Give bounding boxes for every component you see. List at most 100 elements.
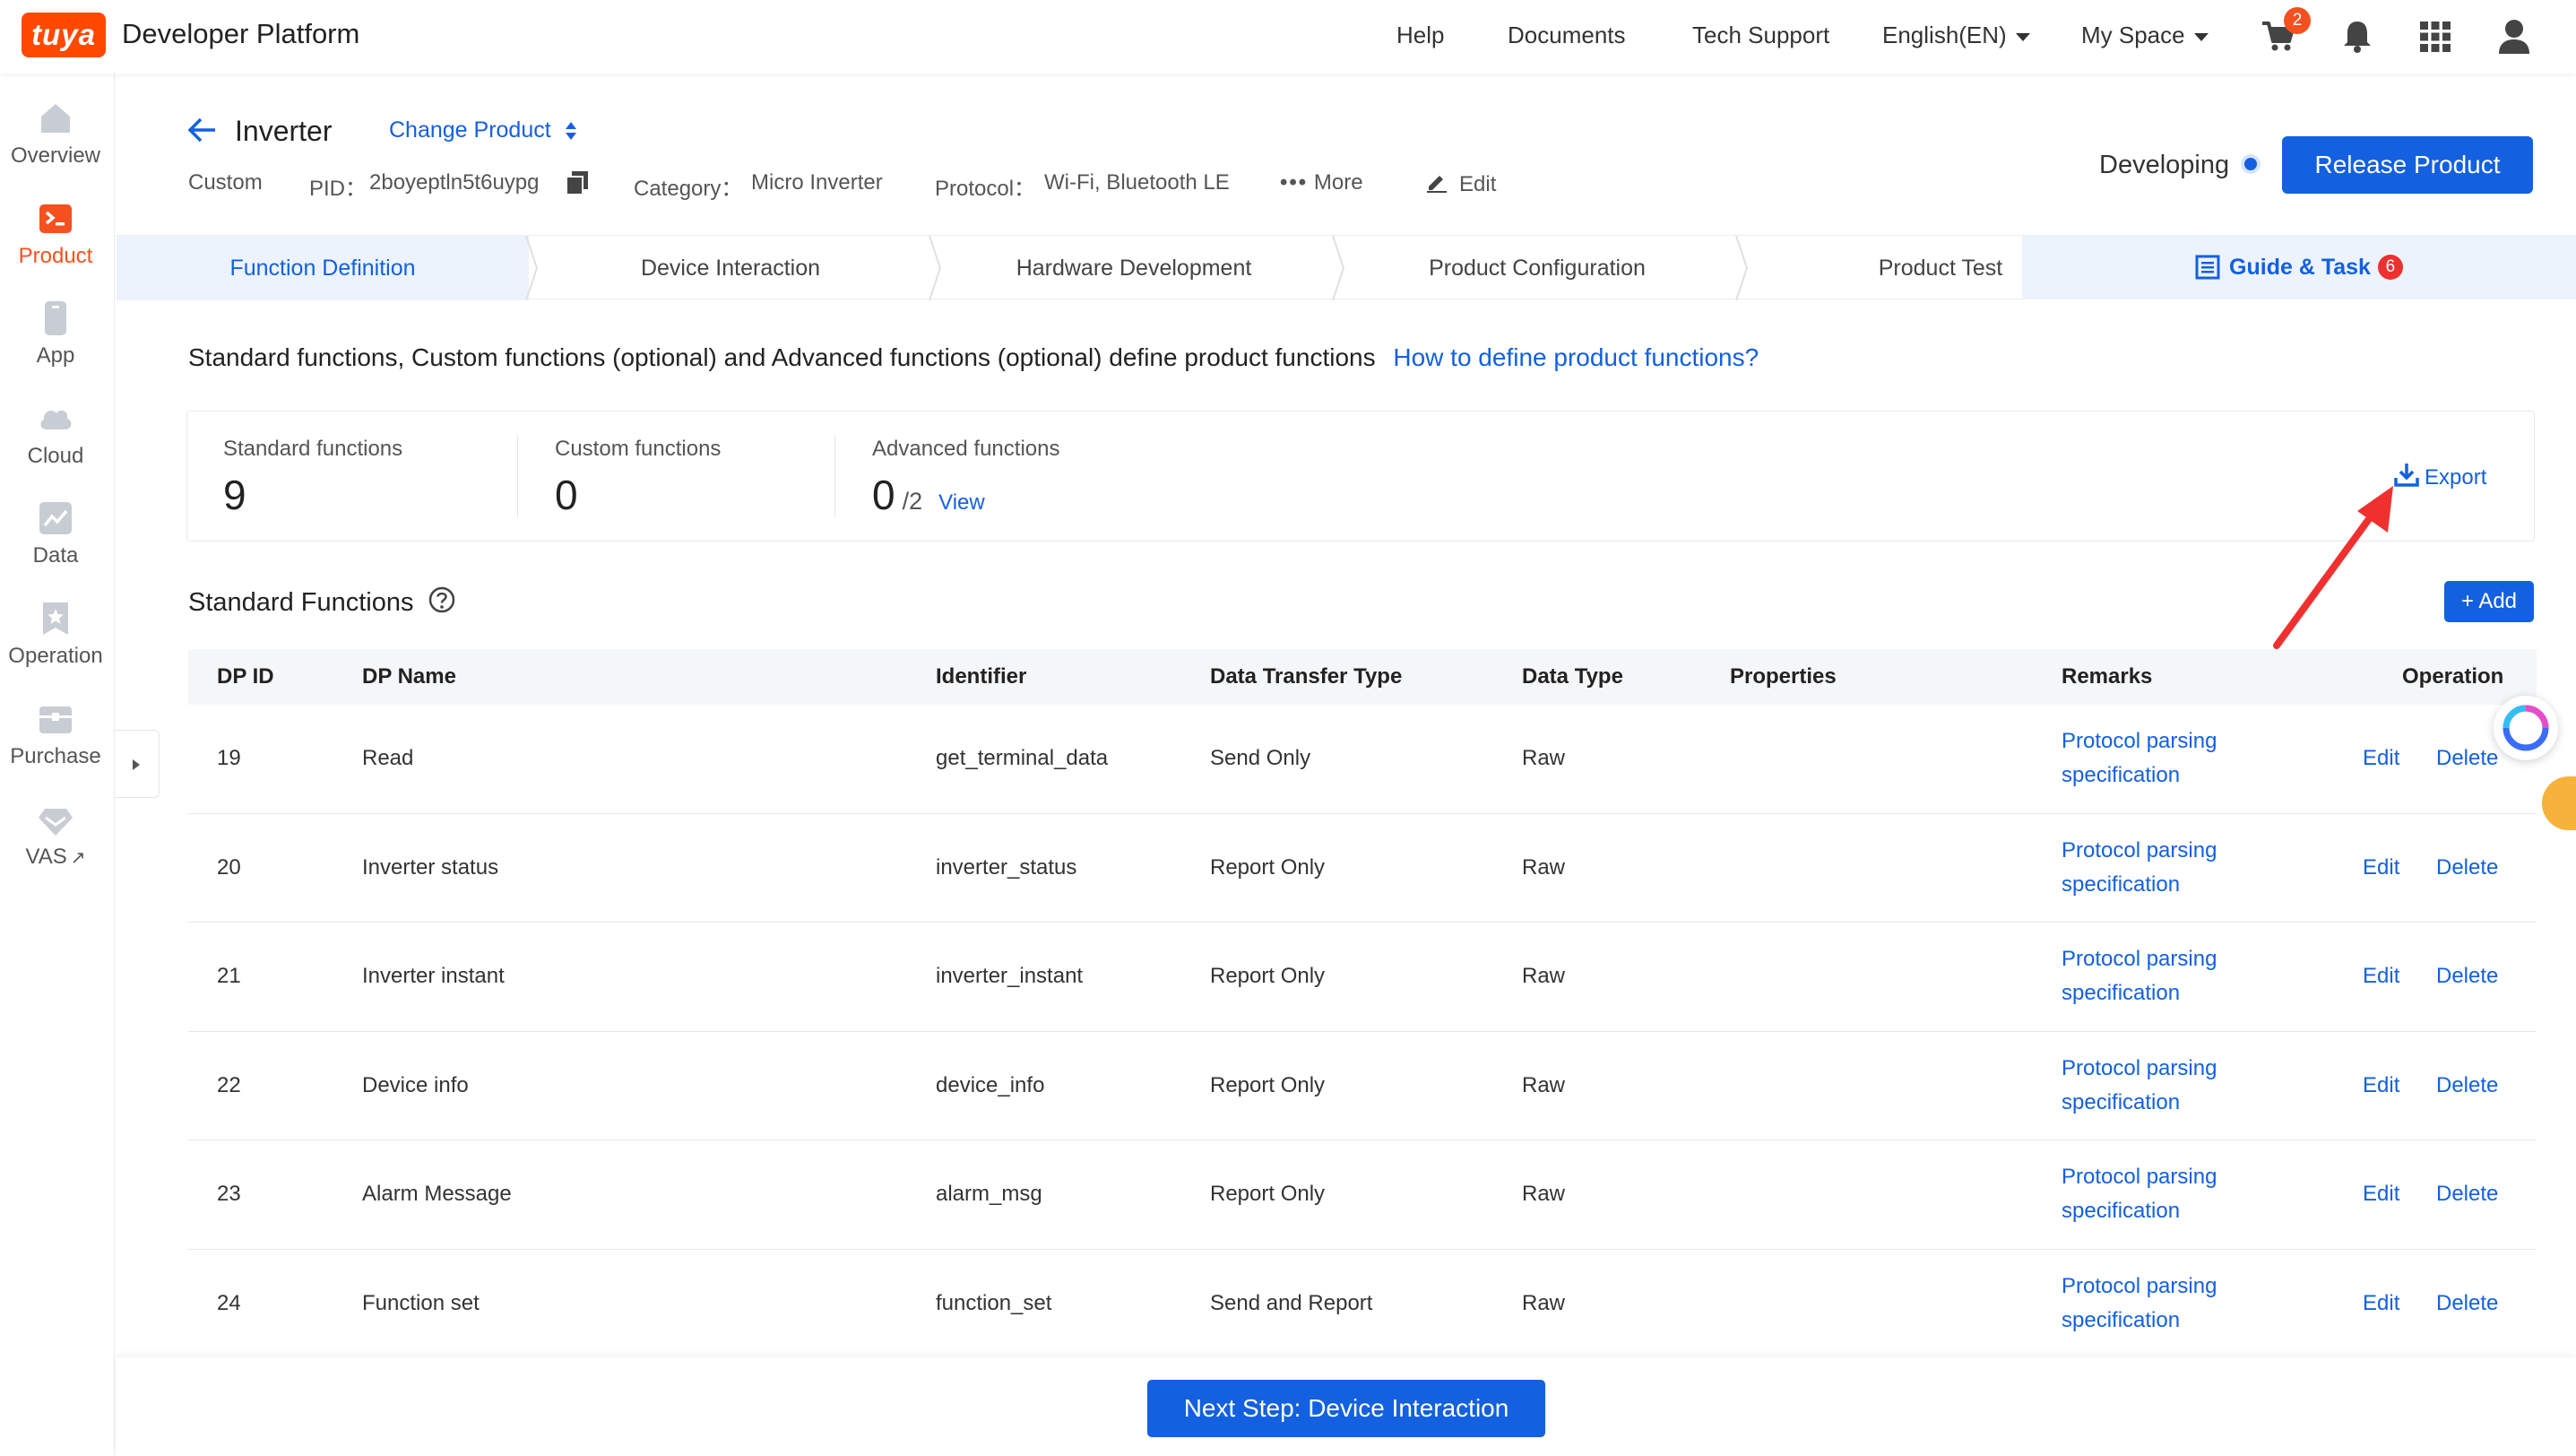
checklist-icon [2195,255,2220,280]
guide-and-task-button[interactable]: Guide & Task 6 [2022,235,2576,299]
next-step-button[interactable]: Next Step: Device Interaction [1147,1380,1545,1437]
column-header: Identifier [936,664,1027,689]
edit-row-button[interactable]: Edit [2363,964,2399,989]
guide-label: Guide & Task [2229,254,2371,280]
dp-id-cell: 24 [217,1290,241,1315]
pid-label: PID： [309,177,367,201]
edit-row-button[interactable]: Edit [2363,746,2399,771]
sidebar-item-label: Product [18,244,93,268]
edit-row-button[interactable]: Edit [2363,1073,2399,1098]
edit-row-button[interactable]: Edit [2363,1291,2399,1316]
protocol-label: Protocol： [935,177,1036,201]
sidebar-item-operation[interactable]: Operation [0,601,111,669]
bell-icon[interactable] [2341,18,2373,54]
dp-name-cell: Function set [362,1290,480,1315]
transfer-type-cell: Report Only [1210,964,1326,989]
custom-functions-count: 0 [555,472,578,518]
protocol-spec-link[interactable]: Protocol parsing specification [2062,1160,2217,1228]
tab-device-interaction[interactable]: Device Interaction [529,236,932,300]
change-product-link[interactable]: Change Product [389,117,577,143]
nav-tech-support[interactable]: Tech Support [1692,22,1829,49]
sidebar-item-vas[interactable]: VAS ↗ [0,802,111,870]
assistant-button[interactable] [2494,696,2558,760]
table-body: 19 Read get_terminal_data Send Only Raw Proto… [188,705,2537,1358]
custom-functions-label: Custom functions [555,437,722,461]
delete-row-button[interactable]: Delete [2436,746,2498,771]
pid-value: 2boyeptln5t6uypg [369,170,540,195]
protocol-spec-link[interactable]: Protocol parsing specification [2062,724,2217,793]
sidebar-item-purchase[interactable]: Purchase [0,701,111,769]
mascot-helper-icon[interactable] [2542,776,2576,830]
tab-product-configuration[interactable]: Product Configuration [1336,236,1739,300]
remark-line: Protocol parsing [2062,837,2217,862]
sidebar-item-data[interactable]: Data [0,500,111,568]
space-selector[interactable]: My Space [2081,22,2209,49]
intro-text: Standard functions, Custom functions (op… [188,343,1759,372]
sidebar-item-label: Cloud [27,444,84,468]
nav-documents[interactable]: Documents [1508,22,1626,49]
column-header: DP ID [217,664,274,689]
protocol-spec-link[interactable]: Protocol parsing specification [2062,942,2217,1010]
transfer-type-cell: Send Only [1210,746,1311,771]
nav-help[interactable]: Help [1396,22,1444,49]
table-row: 21 Inverter instant inverter_instant Report… [188,923,2537,1032]
tab-hardware-development[interactable]: Hardware Development [932,236,1336,300]
column-header: Data Transfer Type [1210,664,1403,689]
protocol-spec-link[interactable]: Protocol parsing specification [2062,1052,2217,1120]
add-function-button[interactable]: + Add [2444,581,2534,622]
user-icon[interactable] [2497,18,2531,54]
remark-line: specification [2062,981,2181,1006]
help-circle-icon[interactable] [428,586,455,613]
standard-functions-count: 9 [223,472,246,518]
delete-row-button[interactable]: Delete [2436,1182,2498,1207]
terminal-icon [39,204,72,233]
view-advanced-link[interactable]: View [938,490,985,515]
column-header: Remarks [2062,664,2153,689]
step-separator [929,236,941,300]
dp-name-cell: Read [362,746,414,771]
edit-row-button[interactable]: Edit [2363,1182,2399,1207]
protocol-spec-link[interactable]: Protocol parsing specification [2062,834,2217,902]
sidebar-item-product[interactable]: Product [0,201,111,269]
language-label: English(EN) [1882,22,2007,48]
assistant-orb-icon [2503,705,2549,751]
product-status: Developing [2099,151,2230,179]
sidebar-item-cloud[interactable]: Cloud [0,401,111,469]
dp-id-cell: 21 [217,964,241,989]
more-button[interactable]: ••• More [1280,170,1363,195]
data-type-cell: Raw [1522,1290,1566,1315]
platform-title: Developer Platform [122,18,360,49]
sidebar-item-app[interactable]: App [0,300,111,368]
copy-icon[interactable] [566,171,588,195]
language-selector[interactable]: English(EN) [1882,22,2030,49]
edit-product-button[interactable]: Edit [1425,170,1496,197]
table-header: DP ID DP Name Identifier Data Transfer T… [188,649,2537,705]
tab-function-definition[interactable]: Function Definition [117,236,529,300]
sidebar-item-label: Purchase [10,744,101,768]
sidebar-expand-toggle[interactable] [115,730,160,798]
define-functions-help-link[interactable]: How to define product functions? [1393,343,1759,371]
apps-grid-icon[interactable] [2420,22,2451,52]
step-separator [525,236,538,300]
diamond-icon [39,809,73,836]
tuya-logo[interactable]: tuya [22,13,106,57]
remark-line: Protocol parsing [2062,947,2217,972]
delete-row-button[interactable]: Delete [2436,964,2498,989]
table-row: 23 Alarm Message alarm_msg Report Only Raw Pr… [188,1140,2537,1250]
transfer-type-cell: Send and Report [1210,1290,1373,1315]
delete-row-button[interactable]: Delete [2436,855,2498,880]
divider [834,435,835,517]
delete-row-button[interactable]: Delete [2436,1291,2498,1316]
data-type-cell: Raw [1522,854,1566,880]
table-row: 19 Read get_terminal_data Send Only Raw Proto… [188,705,2537,814]
sidebar-item-label: VAS [25,845,67,869]
protocol-spec-link[interactable]: Protocol parsing specification [2062,1270,2217,1338]
remark-line: specification [2062,763,2181,788]
delete-row-button[interactable]: Delete [2436,1073,2498,1098]
back-arrow-icon[interactable] [186,117,217,152]
release-product-button[interactable]: Release Product [2282,136,2533,194]
edit-row-button[interactable]: Edit [2363,855,2399,880]
data-type-cell: Raw [1522,1072,1566,1097]
sidebar-item-overview[interactable]: Overview [0,100,111,169]
dp-id-cell: 22 [217,1072,241,1097]
